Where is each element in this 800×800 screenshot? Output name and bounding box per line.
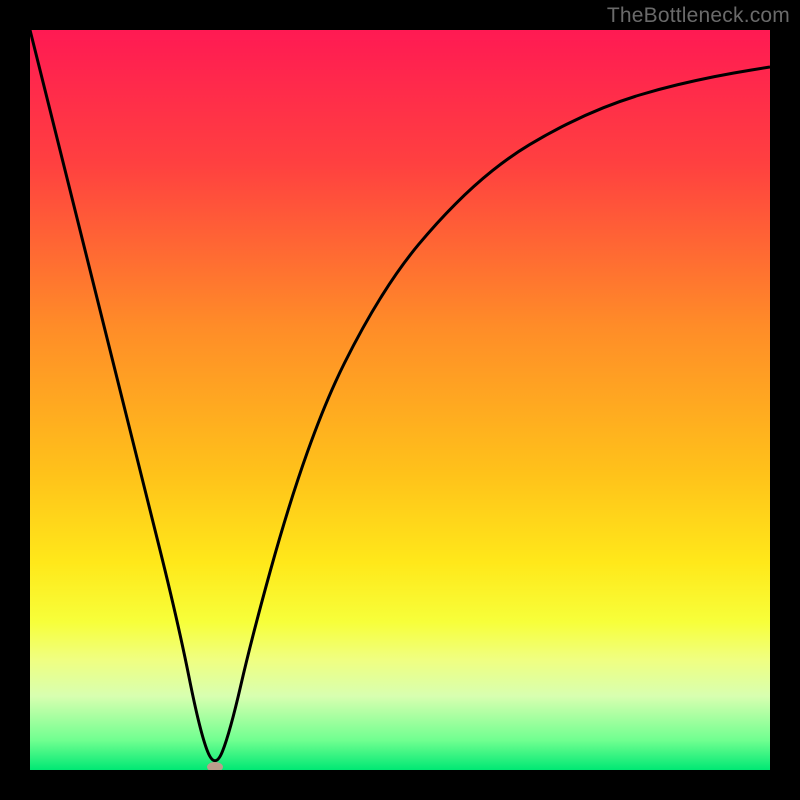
bottleneck-curve-path: [30, 30, 770, 761]
chart-frame: TheBottleneck.com: [0, 0, 800, 800]
plot-area: [30, 30, 770, 770]
valley-marker: [207, 762, 223, 770]
attribution-label: TheBottleneck.com: [607, 4, 790, 28]
curve-layer: [30, 30, 770, 770]
